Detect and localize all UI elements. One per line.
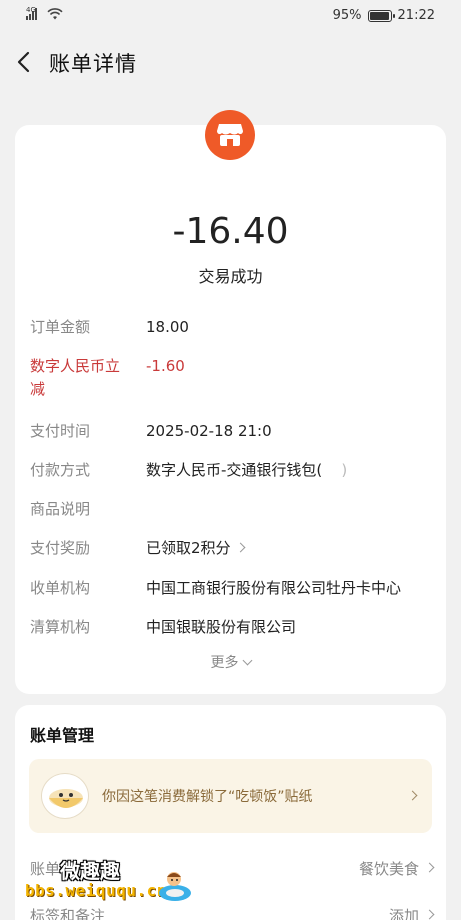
chevron-right-icon: [424, 909, 435, 920]
back-arrow-icon[interactable]: [14, 50, 34, 74]
category-value: 餐饮美食: [358, 860, 419, 878]
battery-icon: [367, 9, 395, 22]
detail-value: -1.60: [146, 357, 185, 375]
sticker-bowl-icon: [41, 773, 89, 819]
chevron-down-icon: [242, 655, 252, 666]
watermark-url: bbs.weiququ.cn: [25, 881, 167, 900]
detail-label: 付款方式: [30, 461, 91, 479]
page-title: 账单详情: [49, 52, 137, 76]
watermark-title: 微趣趣: [60, 859, 120, 883]
cellular-signal-icon: 4G: [26, 6, 37, 20]
detail-label: 支付奖励: [30, 539, 91, 557]
section-title: 账单管理: [30, 726, 95, 745]
network-type: 4G: [26, 6, 36, 14]
status-left: 4G: [26, 6, 63, 20]
battery-percent: 95%: [332, 8, 362, 23]
detail-value: 2025-02-18 21:0: [146, 422, 272, 440]
detail-label: 清算机构: [30, 618, 91, 636]
detail-value: 中国银联股份有限公司: [146, 618, 297, 636]
site-watermark: 微趣趣 bbs.weiququ.cn: [25, 855, 205, 910]
detail-label: 数字人民币立减: [30, 357, 121, 398]
clock: 21:22: [397, 8, 435, 23]
status-bar: 4G 95% 21:22: [0, 0, 461, 34]
transaction-status: 交易成功: [198, 267, 263, 286]
more-label: 更多: [210, 655, 239, 671]
swimmer-icon: [159, 872, 191, 901]
sticker-message: 你因这笔消费解锁了“吃顿饭”贴纸: [102, 789, 313, 805]
tags-value: 添加: [388, 907, 419, 920]
status-right: 95% 21:22: [333, 8, 435, 23]
app-header: 账单详情: [0, 34, 461, 92]
detail-label: 商品说明: [30, 500, 91, 518]
sticker-banner[interactable]: 你因这笔消费解锁了“吃顿饭”贴纸: [29, 759, 432, 833]
detail-value: 中国工商银行股份有限公司牡丹卡中心: [146, 579, 402, 597]
detail-label: 支付时间: [30, 422, 91, 440]
detail-value: 数字人民币-交通银行钱包( ): [146, 461, 348, 479]
transaction-amount: -16.40: [172, 211, 289, 252]
detail-value: 18.00: [146, 318, 189, 336]
more-button[interactable]: 更多: [15, 652, 446, 672]
detail-label: 收单机构: [30, 579, 91, 597]
chevron-right-icon: [235, 542, 245, 553]
wifi-icon: [47, 8, 63, 20]
detail-value[interactable]: 已领取2积分: [146, 537, 245, 559]
chevron-right-icon: [407, 790, 418, 801]
detail-label: 订单金额: [30, 318, 91, 336]
store-icon: [205, 110, 255, 160]
transaction-card: -16.40 交易成功 订单金额 18.00 数字人民币立减 -1.60 支付时…: [15, 110, 446, 694]
chevron-right-icon: [424, 862, 435, 873]
